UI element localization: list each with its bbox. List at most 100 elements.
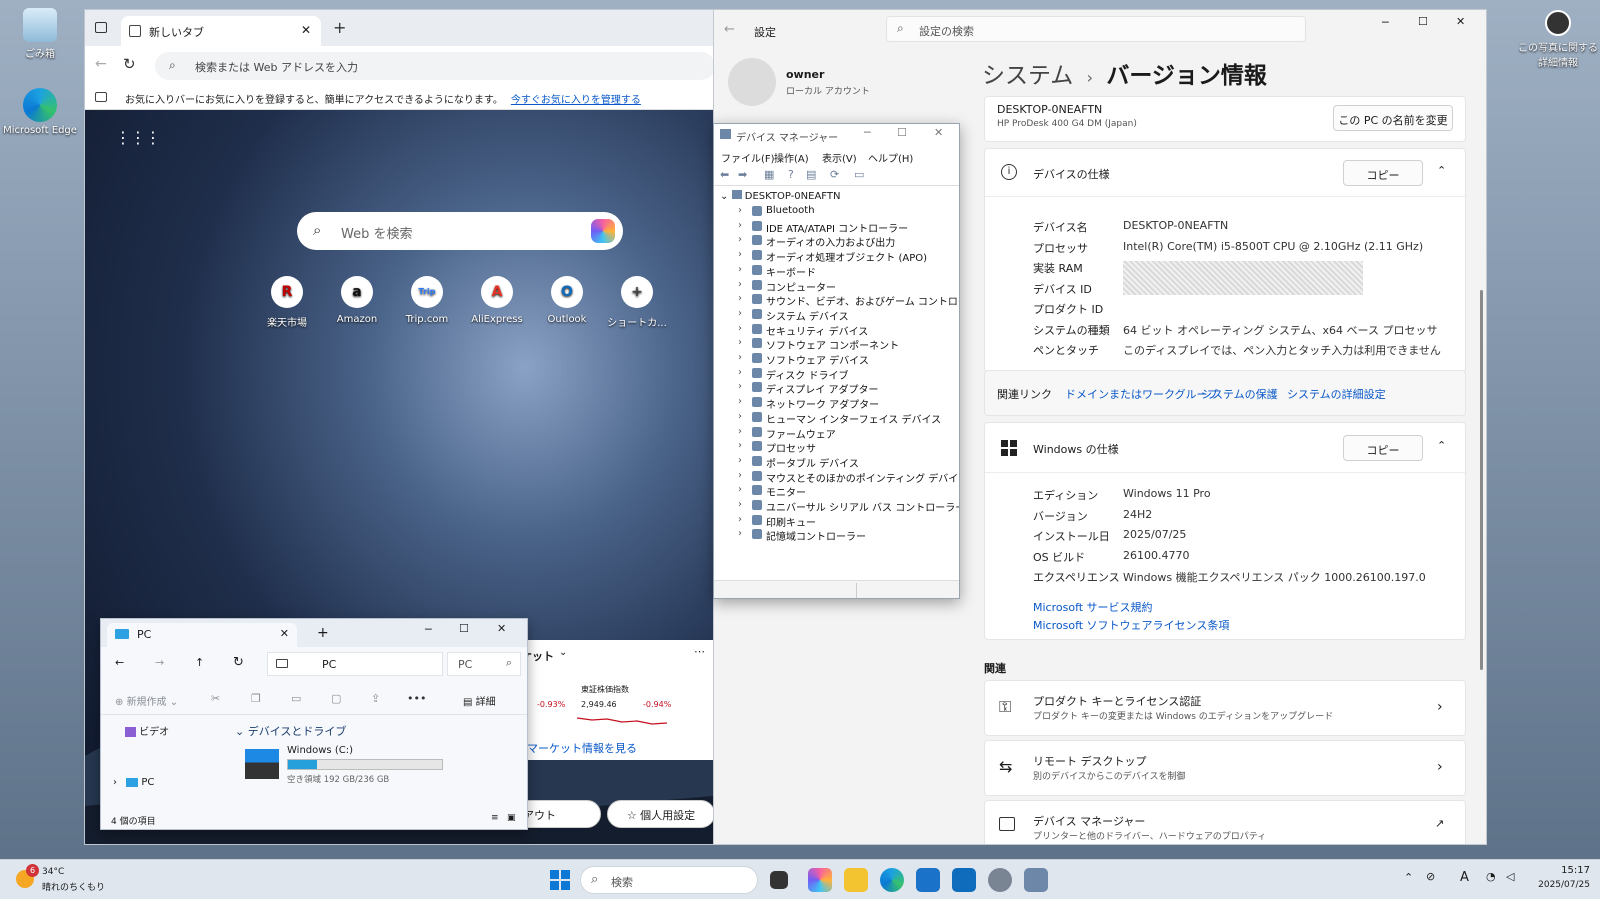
tree-item[interactable]: ヒューマン インターフェイス デバイス (738, 411, 941, 426)
copy-windows-spec-button[interactable]: コピー (1343, 435, 1423, 461)
advanced-system-settings-link[interactable]: システムの詳細設定 (1287, 386, 1386, 402)
copilot-icon[interactable] (591, 219, 615, 243)
scrollbar[interactable] (1480, 290, 1483, 670)
tree-item[interactable]: コンピューター (738, 279, 836, 294)
tree-item[interactable]: ソフトウェア コンポーネント (738, 337, 899, 352)
menu-help[interactable]: ヘルプ(H) (868, 150, 913, 165)
tree-item[interactable]: セキュリティ デバイス (738, 323, 868, 338)
system-protection-link[interactable]: システムの保護 (1201, 386, 1278, 402)
tile-view-icon[interactable]: ▣ (507, 813, 516, 823)
back-icon[interactable]: ⬅ (720, 168, 729, 181)
tree-item[interactable]: システム デバイス (738, 308, 848, 323)
list-view-icon[interactable]: ≡ (491, 813, 499, 823)
show-hidden-icons[interactable]: ⌃ (1404, 871, 1413, 884)
chevron-down-icon[interactable]: ⌄ (559, 647, 567, 658)
scan-icon[interactable]: ⟳ (830, 168, 839, 181)
edge-icon[interactable] (880, 868, 904, 892)
explorer-breadcrumb[interactable]: PC (267, 652, 443, 676)
copy-icon[interactable]: ❐ (251, 692, 261, 705)
maximize-icon[interactable]: ☐ (459, 622, 469, 635)
device-spec-header[interactable]: i デバイスの仕様 コピー ⌃ (985, 149, 1467, 197)
menu-file[interactable]: ファイル(F) (721, 150, 775, 165)
monitor-icon[interactable]: ▭ (854, 168, 864, 181)
tree-item[interactable]: ポータブル デバイス (738, 455, 859, 470)
more-icon[interactable]: ⋯ (694, 645, 705, 658)
tree-root[interactable]: ⌄ DESKTOP-0NEAFTN (720, 190, 840, 202)
tree-item[interactable]: 印刷キュー (738, 514, 816, 529)
help-icon[interactable]: ? (788, 168, 794, 181)
back-icon[interactable]: ← (95, 56, 107, 72)
web-search-box[interactable]: ⌕ Web を検索 (297, 212, 623, 250)
address-input[interactable]: ⌕ 検索または Web アドレスを入力 (155, 52, 713, 80)
outlook-icon[interactable] (952, 868, 976, 892)
minimize-icon[interactable]: ─ (864, 126, 871, 139)
tree-item[interactable]: ディスク ドライブ (738, 367, 849, 382)
quick-link[interactable]: a Amazon (327, 276, 387, 325)
file-explorer-icon[interactable] (844, 868, 868, 892)
up-icon[interactable]: ↑ (195, 656, 204, 669)
share-icon[interactable]: ⇪ (371, 692, 380, 705)
section-header[interactable]: ⌄ デバイスとドライブ (235, 723, 346, 739)
tree-item[interactable]: IDE ATA/ATAPI コントローラー (738, 220, 908, 235)
device-manager-taskbar-icon[interactable] (1024, 868, 1048, 892)
drive-item[interactable]: Windows (C:) 空き領域 192 GB/236 GB (245, 743, 455, 795)
related-item-remote-desktop[interactable]: ⇆ リモート デスクトップ 別のデバイスからこのデバイスを制御 › (984, 740, 1466, 796)
menu-action[interactable]: 操作(A) (774, 150, 809, 165)
forward-icon[interactable]: ➡ (738, 168, 747, 181)
breadcrumb-parent[interactable]: システム (982, 63, 1073, 89)
recycle-bin-icon[interactable]: ごみ箱 (2, 8, 78, 60)
maximize-icon[interactable]: ☐ (1418, 15, 1428, 28)
close-window-icon[interactable]: ✕ (1456, 15, 1465, 28)
tree-item[interactable]: サウンド、ビデオ、およびゲーム コントローラー (738, 293, 959, 308)
quick-link[interactable]: + ショートカ... (607, 276, 667, 329)
ms-license-terms-link[interactable]: Microsoft ソフトウェアライセンス条項 (1033, 617, 1229, 633)
cut-icon[interactable]: ✂ (211, 692, 220, 705)
quick-link[interactable]: O Outlook (537, 276, 597, 325)
refresh-icon[interactable]: ↻ (123, 55, 136, 73)
new-button[interactable]: ⊕ 新規作成 ⌄ (115, 693, 178, 708)
clock-time[interactable]: 15:17 (1540, 865, 1590, 876)
quick-link[interactable]: A AliExpress (467, 276, 527, 325)
manage-favorites-link[interactable]: 今すぐお気に入りを管理する (511, 95, 641, 106)
browser-tab[interactable]: 新しいタブ ✕ (121, 16, 321, 46)
chevron-up-icon[interactable]: ⌃ (1437, 439, 1446, 452)
quick-link[interactable]: R 楽天市場 (257, 276, 317, 329)
related-item-product-key[interactable]: ⚿ プロダクト キーとライセンス認証 プロダクト キーの変更または Window… (984, 680, 1466, 736)
copilot-icon[interactable] (808, 868, 832, 892)
tree-item[interactable]: ソフトウェア デバイス (738, 352, 869, 367)
task-view-icon[interactable] (770, 871, 788, 889)
nav-item-videos[interactable]: ビデオ (125, 723, 169, 738)
chevron-up-icon[interactable]: ⌃ (1437, 164, 1446, 177)
explorer-tab[interactable]: PC ✕ (107, 623, 297, 647)
paste-icon[interactable]: ▭ (291, 692, 301, 705)
settings-gear-icon[interactable] (988, 868, 1012, 892)
tree-item[interactable]: プロセッサ (738, 440, 816, 455)
tree-item[interactable]: ネットワーク アダプター (738, 396, 879, 411)
tree-item[interactable]: オーディオ処理オブジェクト (APO) (738, 249, 927, 264)
tree-item[interactable]: ディスプレイ アダプター (738, 381, 879, 396)
refresh-icon[interactable]: ↻ (233, 655, 244, 670)
tree-item[interactable]: モニター (738, 484, 806, 499)
tree-item[interactable]: Bluetooth (738, 205, 815, 216)
back-icon[interactable]: ← (724, 22, 735, 37)
wifi-icon[interactable]: ◔ (1486, 870, 1496, 883)
store-icon[interactable] (916, 868, 940, 892)
nav-item-pc[interactable]: › PC (113, 777, 154, 788)
edge-desktop-icon[interactable]: Microsoft Edge (2, 88, 78, 136)
sidebar-toggle-icon[interactable] (95, 22, 107, 33)
minimize-icon[interactable]: ─ (425, 623, 432, 636)
details-button[interactable]: ▤ 詳細 (463, 693, 496, 708)
tree-item[interactable]: キーボード (738, 264, 816, 279)
tree-item[interactable]: オーディオの入力および出力 (738, 234, 895, 249)
view-icon[interactable]: ▤ (806, 168, 816, 181)
tree-item[interactable]: ユニバーサル シリアル バス コントローラー (738, 499, 959, 514)
ms-service-agreement-link[interactable]: Microsoft サービス規約 (1033, 599, 1153, 615)
tree-item[interactable]: ファームウェア (738, 426, 836, 441)
related-item-device-manager[interactable]: デバイス マネージャー プリンターと他のドライバー、ハードウェアのプロパティ ↗ (984, 800, 1466, 844)
personalize-button[interactable]: ☆ 個人用設定 (607, 800, 713, 828)
back-icon[interactable]: ← (115, 656, 124, 669)
clock-date[interactable]: 2025/07/25 (1526, 880, 1590, 890)
windows-spec-header[interactable]: Windows の仕様 コピー ⌃ (985, 423, 1467, 473)
forward-icon[interactable]: → (155, 656, 164, 669)
menu-view[interactable]: 表示(V) (822, 150, 857, 165)
